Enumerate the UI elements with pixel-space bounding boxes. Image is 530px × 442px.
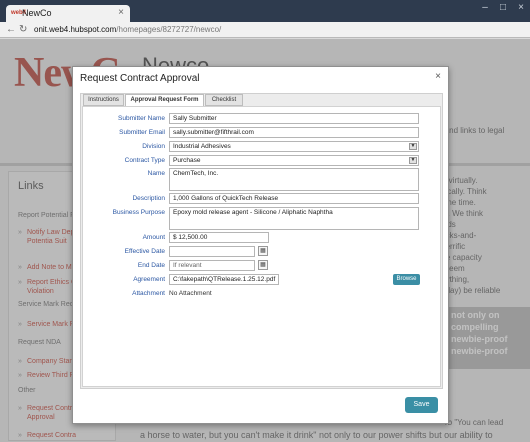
submitter-name-label: Submitter Name	[118, 115, 165, 122]
submitter-email-label: Submitter Email	[119, 129, 165, 136]
minimize-icon[interactable]: –	[478, 3, 492, 13]
division-label: Division	[142, 143, 165, 150]
back-icon[interactable]: ←	[6, 24, 16, 35]
contract-type-label: Contract Type	[124, 157, 165, 164]
tab-instructions[interactable]: Instructions	[83, 94, 124, 106]
tab-close-icon[interactable]: ×	[118, 7, 124, 18]
dialog-title: Request Contract Approval	[80, 73, 200, 84]
agreement-file-input[interactable]: C:\fakepath\QTRelease.1.25.12.pdf	[169, 274, 279, 285]
submitter-email-input[interactable]: sally.submitter@fifthrail.com	[169, 127, 419, 138]
end-date-input[interactable]: If relevant	[169, 260, 255, 271]
chevron-down-icon: ▼	[409, 143, 417, 150]
amount-label: Amount	[142, 234, 165, 241]
agreement-label: Agreement	[133, 276, 165, 283]
name-input[interactable]: ChemTech, Inc.	[169, 168, 419, 191]
browser-tab-bar: web4 NewCo × – □ ×	[0, 0, 530, 22]
division-value: Industrial Adhesives	[173, 143, 231, 150]
division-select[interactable]: Industrial Adhesives ▼	[169, 141, 419, 152]
name-label: Name	[147, 170, 165, 177]
business-purpose-input[interactable]: Epoxy mold release agent - Silicone / Al…	[169, 207, 419, 230]
business-purpose-label: Business Purpose	[112, 209, 165, 216]
contract-type-value: Purchase	[173, 157, 201, 164]
effective-date-label: Effective Date	[124, 248, 165, 255]
submitter-name-input[interactable]: Sally Submitter	[169, 113, 419, 124]
end-date-label: End Date	[137, 262, 165, 269]
contract-type-select[interactable]: Purchase ▼	[169, 155, 419, 166]
dialog-close-icon[interactable]: ×	[435, 71, 441, 82]
calendar-icon[interactable]: ▦	[258, 246, 268, 256]
calendar-icon[interactable]: ▦	[258, 260, 268, 270]
description-label: Description	[132, 195, 165, 202]
window-close-icon[interactable]: ×	[514, 3, 528, 13]
request-contract-approval-dialog: Request Contract Approval × Instructions…	[72, 66, 449, 424]
approval-request-form: Submitter Name Sally Submitter Submitter…	[82, 106, 441, 387]
tab-title: NewCo	[22, 8, 52, 18]
browser-tab[interactable]: web4 NewCo ×	[6, 5, 130, 22]
chevron-down-icon: ▼	[409, 157, 417, 164]
attachment-label: Attachment	[132, 290, 165, 297]
tab-checklist[interactable]: Checklist	[205, 94, 243, 106]
reload-icon[interactable]: ↻	[19, 24, 27, 35]
browse-button[interactable]: Browse	[393, 274, 420, 285]
description-input[interactable]: 1,000 Gallons of QuickTech Release	[169, 193, 419, 204]
maximize-icon[interactable]: □	[496, 3, 510, 13]
amount-input[interactable]: $ 12,500.00	[169, 232, 269, 243]
address-bar[interactable]: ← ↻ onit.web4.hubspot.com/homepages/8272…	[0, 22, 530, 38]
save-button[interactable]: Save	[405, 397, 438, 413]
site-favicon-icon: web4	[11, 10, 27, 16]
form-panel: Instructions Approval Request Form Check…	[80, 93, 443, 389]
attachment-value: No Attachment	[169, 290, 212, 297]
effective-date-input[interactable]	[169, 246, 255, 257]
url-text[interactable]: onit.web4.hubspot.com/homepages/8272727/…	[34, 25, 221, 34]
